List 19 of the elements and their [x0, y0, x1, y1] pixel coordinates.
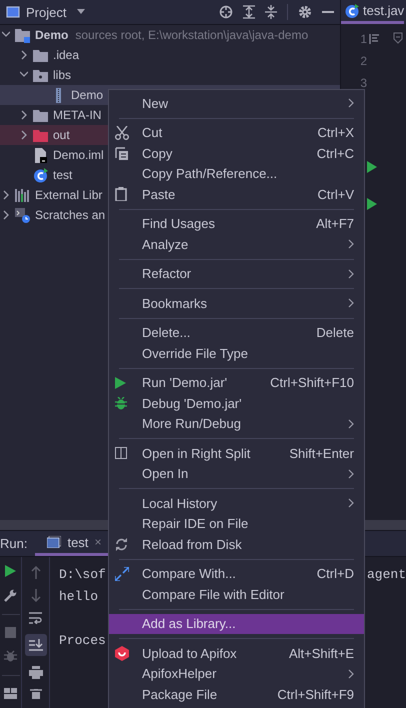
shortcut-label: Ctrl+D [316, 566, 354, 582]
shortcut-label: Ctrl+V [318, 186, 354, 202]
shortcut-label: Ctrl+Shift+F9 [277, 686, 354, 702]
shortcut-label: Delete [316, 325, 354, 340]
shortcut-label: Ctrl+C [316, 146, 354, 161]
shortcut-label: Ctrl+X [318, 125, 354, 140]
shortcut-label: Ctrl+Shift+F10 [270, 375, 354, 390]
shortcut-label: Shift+Enter [289, 446, 354, 461]
console-line: D:\sof [59, 567, 106, 584]
line-number: 1 [359, 31, 367, 48]
console-line: Proces [59, 633, 106, 650]
console-line: agent [366, 567, 406, 584]
shortcut-label: Alt+F7 [316, 216, 354, 232]
shortcut-label: Alt+Shift+E [288, 646, 354, 661]
line-number: 2 [359, 53, 367, 70]
console-line: hello [59, 589, 98, 606]
panel-title: Run: [0, 536, 28, 551]
path-note: sources root, E:\workstation\java\java-demo [75, 28, 308, 42]
line-number: 3 [359, 75, 367, 92]
